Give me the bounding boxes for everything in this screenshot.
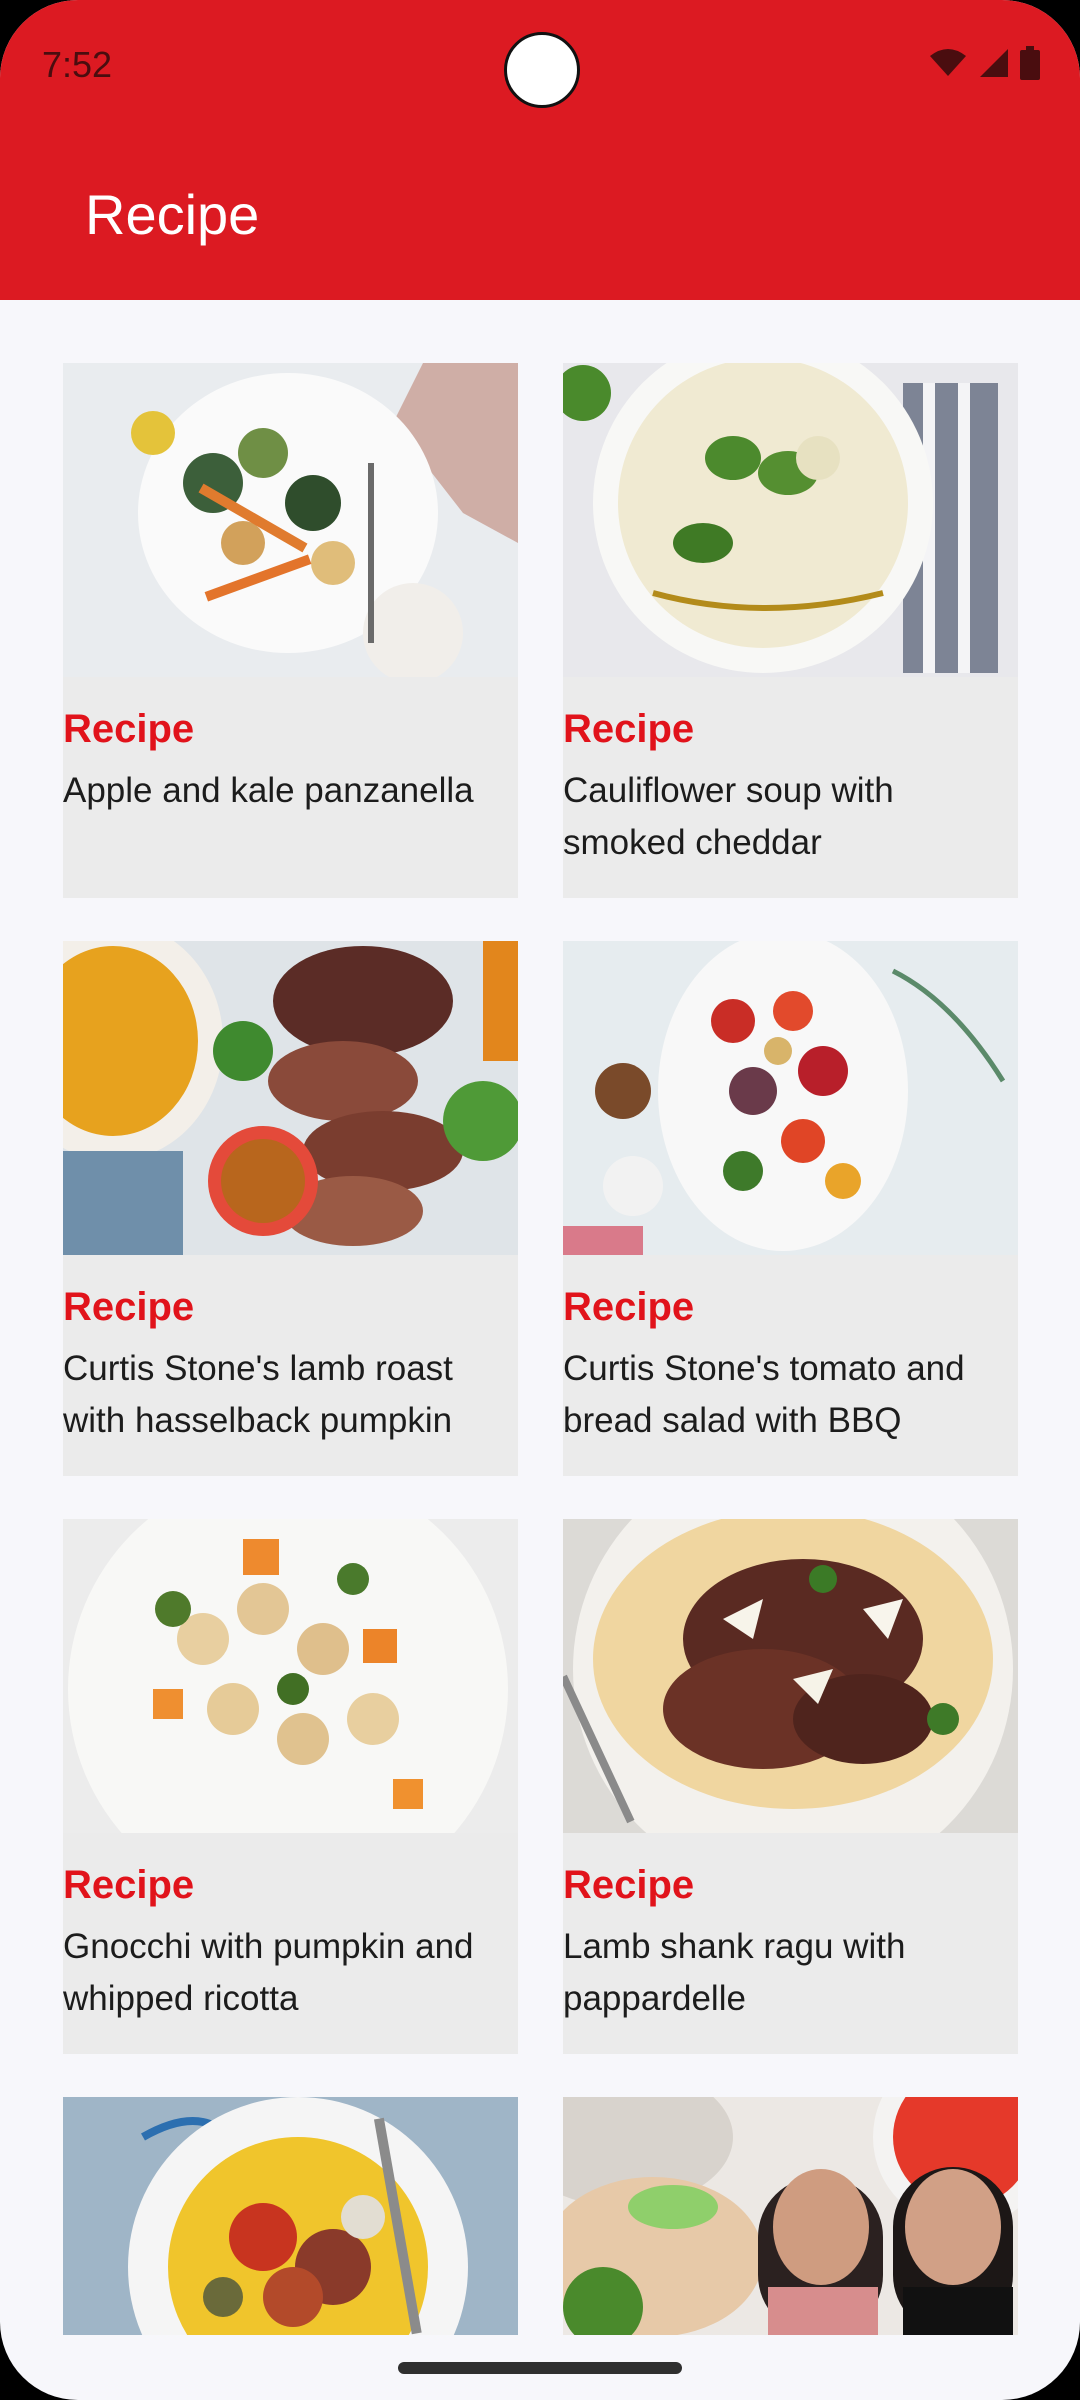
recipe-title: Curtis Stone's lamb roast with hasselbac… <box>63 1349 453 1440</box>
recipe-image <box>63 1519 518 1833</box>
recipe-image <box>563 2097 1018 2335</box>
recipe-card[interactable]: Recipe Curtis Stone's lamb roast with ha… <box>63 941 518 1476</box>
recipe-card[interactable] <box>63 2097 518 2335</box>
recipe-category: Recipe <box>563 1863 695 1907</box>
app-bar: 7:52 Recipe <box>0 0 1080 300</box>
recipe-image <box>563 1519 1018 1833</box>
recipe-category: Recipe <box>63 1863 195 1907</box>
recipe-grid: Recipe Apple and kale panzanella Recipe … <box>63 363 1018 2335</box>
recipe-card[interactable]: Recipe Gnocchi with pumpkin and whipped … <box>63 1519 518 2054</box>
status-time: 7:52 <box>42 44 113 85</box>
recipe-image <box>563 941 1018 1255</box>
recipe-title: Cauliflower soup with smoked cheddar <box>563 771 894 862</box>
recipe-title: Gnocchi with pumpkin and whipped ricotta <box>63 1927 474 2018</box>
recipe-card[interactable]: Recipe Cauliflower soup with smoked ched… <box>563 363 1018 898</box>
phone-screen: 7:52 Recipe Recipe Apple and kale panzan… <box>0 0 1080 2400</box>
recipe-image <box>63 2097 518 2335</box>
recipe-title: Lamb shank ragu with pappardelle <box>563 1927 906 2018</box>
page-title: Recipe <box>85 183 260 246</box>
recipe-title: Curtis Stone's tomato and bread salad wi… <box>563 1349 965 1440</box>
signal-icon <box>980 49 1008 77</box>
recipe-card[interactable]: Recipe Apple and kale panzanella <box>63 363 518 898</box>
recipe-image <box>63 941 518 1255</box>
home-indicator[interactable] <box>398 2362 682 2374</box>
recipe-card[interactable]: Recipe Lamb shank ragu with pappardelle <box>563 1519 1018 2054</box>
recipe-category: Recipe <box>563 707 695 751</box>
recipe-category: Recipe <box>63 707 195 751</box>
recipe-category: Recipe <box>63 1285 195 1329</box>
camera-cutout <box>504 32 580 108</box>
battery-icon <box>1020 46 1040 80</box>
status-icons <box>928 46 1040 80</box>
recipe-image <box>63 363 518 677</box>
recipe-card[interactable] <box>563 2097 1018 2335</box>
recipe-category: Recipe <box>563 1285 695 1329</box>
wifi-icon <box>930 49 966 76</box>
recipe-title: Apple and kale panzanella <box>63 771 474 810</box>
recipe-card[interactable]: Recipe Curtis Stone's tomato and bread s… <box>563 941 1018 1476</box>
recipe-image <box>563 363 1018 677</box>
